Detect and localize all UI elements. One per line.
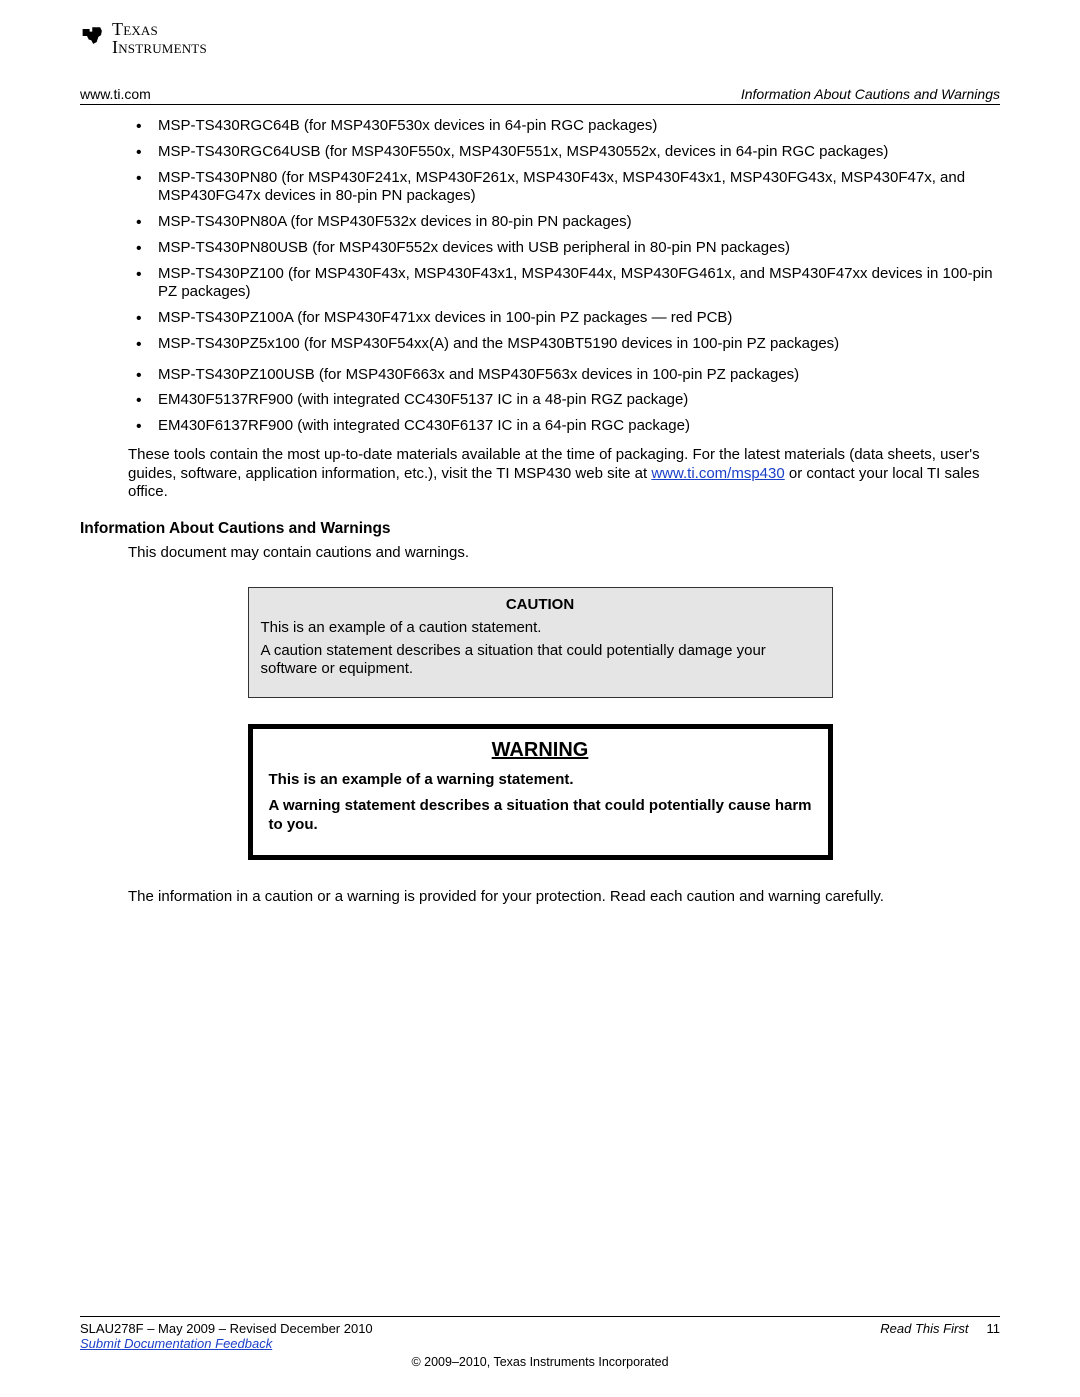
caution-example-line: This is an example of a caution statemen…	[261, 619, 820, 638]
list-item: MSP-TS430RGC64B (for MSP430F530x devices…	[134, 117, 1000, 136]
warning-title: WARNING	[269, 739, 812, 762]
section-heading: Information About Cautions and Warnings	[80, 520, 1000, 538]
list-item: MSP-TS430PZ5x100 (for MSP430F54xx(A) and…	[134, 335, 1000, 354]
ti-chip-icon	[80, 22, 112, 54]
warning-description: A warning statement describes a situatio…	[269, 796, 812, 835]
caution-title: CAUTION	[261, 596, 820, 613]
caution-box: CAUTION This is an example of a caution …	[248, 587, 833, 698]
header-section-title: Information About Cautions and Warnings	[741, 86, 1000, 102]
tools-bullet-list: MSP-TS430RGC64B (for MSP430F530x devices…	[134, 117, 1000, 436]
page-number: 11	[987, 1321, 1001, 1336]
list-item: MSP-TS430PZ100USB (for MSP430F663x and M…	[134, 366, 1000, 385]
list-item: MSP-TS430PN80A (for MSP430F532x devices …	[134, 213, 1000, 232]
header-url-link[interactable]: www.ti.com	[80, 86, 151, 102]
outro-paragraph: The information in a caution or a warnin…	[128, 888, 1000, 907]
ti-logo: Texas Instruments	[80, 20, 207, 56]
caution-description: A caution statement describes a situatio…	[261, 642, 820, 680]
running-header: www.ti.com Information About Cautions an…	[80, 86, 1000, 105]
list-item: MSP-TS430RGC64USB (for MSP430F550x, MSP4…	[134, 143, 1000, 162]
list-item: EM430F6137RF900 (with integrated CC430F6…	[134, 417, 1000, 436]
tools-summary-paragraph: These tools contain the most up-to-date …	[128, 446, 1000, 502]
msp430-site-link[interactable]: www.ti.com/msp430	[651, 465, 784, 482]
list-item: MSP-TS430PZ100 (for MSP430F43x, MSP430F4…	[134, 265, 1000, 303]
logo-area: Texas Instruments	[80, 20, 1000, 56]
list-item: MSP-TS430PN80 (for MSP430F241x, MSP430F2…	[134, 169, 1000, 207]
warning-box: WARNING This is an example of a warning …	[248, 724, 833, 860]
warning-example-line: This is an example of a warning statemen…	[269, 770, 812, 790]
page-footer: SLAU278F – May 2009 – Revised December 2…	[80, 1316, 1000, 1369]
logo-text: Texas Instruments	[112, 20, 207, 56]
header-url[interactable]: www.ti.com	[80, 86, 151, 102]
list-item: EM430F5137RF900 (with integrated CC430F5…	[134, 391, 1000, 410]
submit-feedback-link[interactable]: Submit Documentation Feedback	[80, 1336, 272, 1351]
logo-line1: Texas	[112, 19, 158, 39]
main-content: MSP-TS430RGC64B (for MSP430F530x devices…	[80, 117, 1000, 906]
doc-id: SLAU278F – May 2009 – Revised December 2…	[80, 1321, 373, 1336]
footer-section-name: Read This First	[880, 1321, 968, 1336]
list-item: MSP-TS430PN80USB (for MSP430F552x device…	[134, 239, 1000, 258]
section-intro: This document may contain cautions and w…	[128, 544, 1000, 563]
list-item: MSP-TS430PZ100A (for MSP430F471xx device…	[134, 309, 1000, 328]
footer-rule	[80, 1316, 1000, 1317]
copyright: © 2009–2010, Texas Instruments Incorpora…	[80, 1355, 1000, 1369]
footer-right: Read This First 11	[880, 1321, 1000, 1336]
logo-line2: Instruments	[112, 37, 207, 57]
